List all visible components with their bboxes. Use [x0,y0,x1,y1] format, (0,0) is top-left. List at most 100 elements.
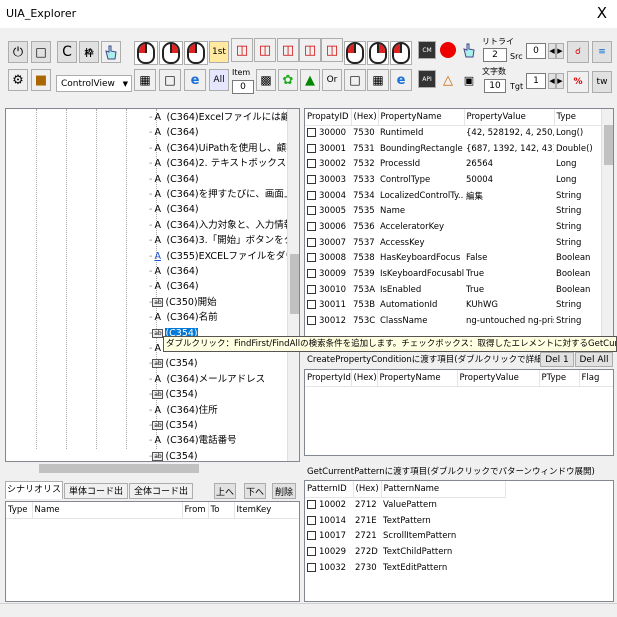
or-button[interactable]: Or [322,69,342,91]
tree-node[interactable]: - ab (C354) [149,387,198,402]
mouse-action-button-2[interactable] [367,41,389,65]
column-header[interactable]: PropertyValue [457,370,540,387]
column-header[interactable]: PatternID [305,481,354,498]
window-button-2[interactable]: ▦ [367,69,389,91]
row-checkbox[interactable] [307,515,316,525]
table-row[interactable]: 30003 7533 ControlType 50004 Long [305,172,601,188]
tree-nav-button-5[interactable]: ◫ [321,38,343,62]
frame-button[interactable]: 枠 [79,41,99,63]
table-row[interactable]: 30011 753B AutomationId KUhWG String [305,298,601,314]
chars-spinner[interactable]: 10 [484,79,506,93]
inspect-button[interactable]: ■ [31,69,51,91]
row-checkbox[interactable] [307,269,316,279]
pointer-button-2[interactable] [460,40,478,60]
column-header[interactable]: Name [32,502,183,519]
tree-node[interactable]: - A (C364)2. テキストボックスの( [149,156,299,171]
record-button[interactable] [438,40,458,60]
retry-spinner[interactable]: 2 [483,48,507,62]
tree-node[interactable]: - A (C364) [149,279,199,294]
first-button[interactable]: 1st [209,41,229,63]
list-button[interactable]: ≡ [592,41,612,63]
all-button[interactable]: All [209,69,229,91]
tree-node[interactable]: - A (C364)を押すたびに、画面上の [149,187,299,202]
tree-node[interactable]: - A (C364)電話番号 [149,433,237,448]
column-header[interactable]: PatternName [381,481,506,498]
green-tree-button[interactable]: ▲ [300,69,320,91]
table-row[interactable]: 10032 2730 TextEditPattern [305,560,505,576]
tgt-input[interactable]: 1 [526,73,546,89]
mouse-action-button-3[interactable] [390,41,412,65]
tree-nav-button-2[interactable]: ◫ [254,38,276,62]
element-tree[interactable]: - A (C364)Excelファイルには顧客 - A (C364) - A (C364)UiP… [5,108,300,462]
window-button[interactable]: ▦ [134,69,156,91]
tree-node[interactable]: - A (C364)入力対象と、入力情報ま [149,218,299,233]
column-header[interactable]: PType [539,370,580,387]
table-row[interactable]: 10029 272D TextChildPattern [305,544,505,560]
property-scroll-thumb[interactable] [604,125,613,165]
mouse-action-button-1[interactable] [344,41,366,65]
row-checkbox[interactable] [307,143,316,153]
settings-button[interactable]: ⚙ [8,69,28,91]
close-button[interactable]: X [597,4,607,22]
console-button[interactable]: CM [418,41,436,59]
table-row[interactable]: 10017 2721 ScrollItemPattern [305,528,505,544]
src-increment-button[interactable]: ▶ [556,43,564,59]
table-row[interactable]: 30008 7538 HasKeyboardFocus False Boolean [305,251,601,267]
column-header[interactable]: PropatyID [305,109,352,126]
table-row[interactable]: 10014 271E TextPattern [305,513,505,529]
tree-node[interactable]: - A (C355)EXCELファイルをダウンロ [149,249,299,264]
delall-button[interactable]: Del All [575,352,613,367]
table-row[interactable]: 30000 7530 RuntimeId {42, 528192, 4, 250, 5… [305,125,601,141]
tgt-increment-button[interactable]: ▶ [556,73,564,89]
table-row[interactable]: 30006 7536 AcceleratorKey String [305,219,601,235]
tree-horizontal-scrollbar[interactable] [5,462,300,475]
tree-node[interactable]: - A (C364) [149,264,199,279]
tree-nav-button-1[interactable]: ◫ [231,38,253,62]
tgt-decrement-button[interactable]: ◀ [548,73,556,89]
table-row[interactable]: 30002 7532 ProcessId 26564 Long [305,156,601,172]
column-header[interactable]: From [182,502,209,519]
tree-node[interactable]: - A (C364) [149,172,199,187]
view-select[interactable]: ControlView ▼ [56,75,132,92]
column-header[interactable]: (Hex) [351,370,378,387]
row-checkbox[interactable] [307,174,316,184]
tree-node[interactable]: - ab (C354) [149,418,198,433]
api-button[interactable]: API [418,70,436,88]
row-checkbox[interactable] [307,300,316,310]
filter-button[interactable]: ☌ [567,41,589,63]
browser-button-2[interactable]: e [390,69,412,91]
table-row[interactable]: 30009 7539 IsKeyboardFocusable True Boolean [305,266,601,282]
table-row[interactable]: 10002 2712 ValuePattern [305,497,505,513]
table-row[interactable]: 30004 7534 LocalizedControlTy... 編集 String [305,188,601,204]
trash-button[interactable]: △ [438,69,458,91]
power-button[interactable]: ⏻ [8,41,28,63]
tree-nav-button-4[interactable]: ◫ [299,38,321,62]
row-checkbox[interactable] [307,253,316,263]
tw-button[interactable]: tw [592,71,612,93]
row-checkbox[interactable] [307,531,316,541]
src-input[interactable]: 0 [526,43,546,59]
column-header[interactable]: (Hex) [351,109,379,126]
tree-hscroll-thumb[interactable] [39,464,199,473]
table-row[interactable]: 30005 7535 Name String [305,203,601,219]
stop-button[interactable]: □ [31,41,51,63]
column-header[interactable]: PropertyValue [464,109,555,126]
frame-toggle-button[interactable]: □ [159,69,181,91]
tree-node[interactable]: - A (C364)住所 [149,403,218,418]
move-up-button[interactable]: 上へ [214,483,236,499]
square-button[interactable]: □ [344,69,366,91]
tree-nav-button-3[interactable]: ◫ [277,38,299,62]
tree-node[interactable]: - A (C364)UiPathを使用し、顧客デ [149,141,299,156]
tree-button[interactable]: ▩ [256,69,276,91]
item-input[interactable]: 0 [232,80,254,94]
column-header[interactable]: PropertyId [305,370,352,387]
row-checkbox[interactable] [307,237,316,247]
table-row[interactable]: 30007 7537 AccessKey String [305,235,601,251]
tree-node[interactable]: - A (C364)Excelファイルには顧客 [149,110,299,125]
src-decrement-button[interactable]: ◀ [548,43,556,59]
condition-grid[interactable]: PropertyId (Hex) PropertyName PropertyValue… [304,369,614,456]
del1-button[interactable]: Del 1 [540,352,574,367]
right-click-button[interactable] [159,41,183,65]
column-header[interactable]: (Hex) [353,481,382,498]
table-row[interactable]: 30012 753C ClassName ng-untouched ng-pris..… [305,313,601,329]
